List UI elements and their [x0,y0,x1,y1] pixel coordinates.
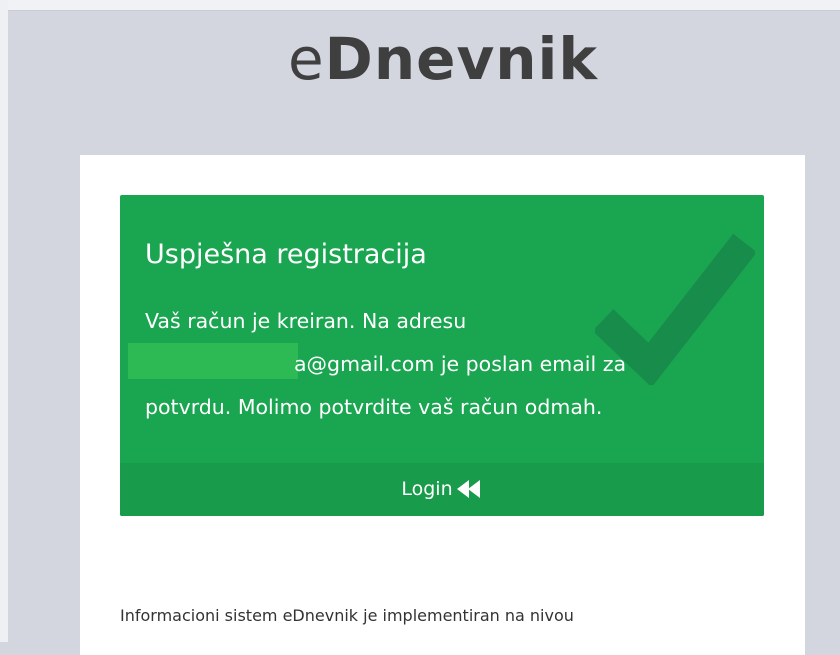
browser-top-strip [0,0,840,11]
left-edge-strip [0,0,8,642]
registration-card: Uspješna registracija Vaš račun je kreir… [80,155,805,655]
alert-message-line-2: a@gmail.com je poslan email za [128,343,745,386]
double-chevron-left-icon [456,480,480,498]
alert-message: Vaš račun je kreiran. Na adresu a@gmail.… [128,300,745,429]
logo-name: Dnevnik [324,25,598,93]
alert-message-line-2-rest: je poslan email za [434,352,627,376]
alert-footer: Login [120,463,764,516]
info-text: Informacioni sistem eDnevnik je implemen… [120,606,574,625]
email-address: a@gmail.com [294,352,435,376]
alert-title: Uspješna registracija [145,239,427,270]
login-label: Login [401,478,453,500]
app-logo: eDnevnik [0,24,840,94]
logo-prefix: e [287,25,325,93]
alert-message-line-1: Vaš račun je kreiran. Na adresu [145,309,467,333]
success-alert: Uspješna registracija Vaš račun je kreir… [120,195,764,516]
login-link[interactable]: Login [401,475,482,503]
redacted-email-block [128,343,298,379]
alert-message-line-3: potvrdu. Molimo potvrdite vaš račun odma… [145,395,603,419]
